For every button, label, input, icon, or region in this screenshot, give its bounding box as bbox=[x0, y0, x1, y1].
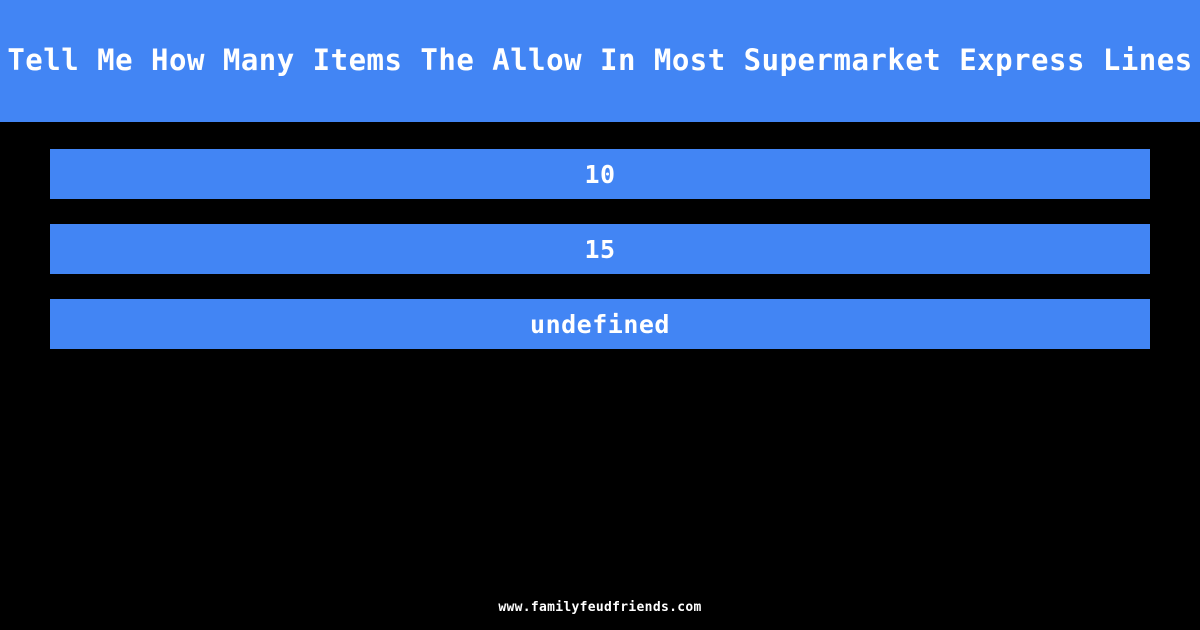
answer-text: undefined bbox=[530, 309, 670, 339]
footer: www.familyfeudfriends.com bbox=[0, 596, 1200, 615]
site-url: www.familyfeudfriends.com bbox=[498, 600, 702, 615]
answer-text: 15 bbox=[584, 234, 616, 264]
answer-row[interactable]: 10 bbox=[50, 149, 1150, 199]
answer-row[interactable]: undefined bbox=[50, 299, 1150, 349]
header-banner: Tell Me How Many Items The Allow In Most… bbox=[0, 0, 1200, 122]
answer-row[interactable]: 15 bbox=[50, 224, 1150, 274]
page-title: Tell Me How Many Items The Allow In Most… bbox=[7, 43, 1193, 78]
answer-card: Tell Me How Many Items The Allow In Most… bbox=[0, 0, 1200, 630]
answer-text: 10 bbox=[584, 159, 616, 189]
answer-list: 10 15 undefined bbox=[0, 122, 1200, 630]
